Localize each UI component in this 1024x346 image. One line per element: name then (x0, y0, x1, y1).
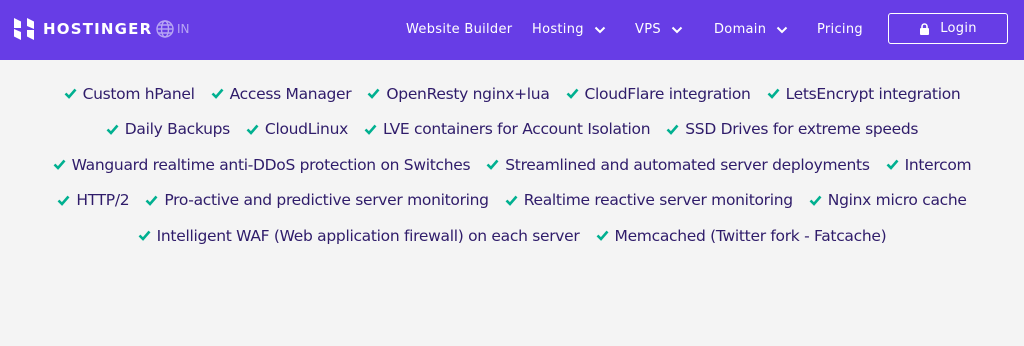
chevron-down-icon (671, 26, 683, 33)
feature-item: Memcached (Twitter fork - Fatcache) (596, 227, 887, 245)
feature-label: Streamlined and automated server deploym… (505, 155, 870, 174)
login-label: Login (940, 21, 977, 36)
feature-label: Realtime reactive server monitoring (523, 191, 793, 210)
feature-item: CloudFlare integration (566, 85, 751, 103)
brand-name: HOSTINGER (43, 20, 153, 38)
checkmark-icon (211, 88, 224, 100)
feature-label: CloudFlare integration (584, 84, 751, 103)
feature-label: CloudLinux (264, 120, 348, 139)
feature-row: Daily Backups CloudLinux LVE containers … (0, 112, 1024, 148)
feature-label: Nginx micro cache (827, 191, 967, 210)
feature-label: HTTP/2 (76, 191, 130, 210)
login-button[interactable]: Login (888, 13, 1008, 44)
top-navbar: HOSTINGER IN Website Builder Hosting VPS… (0, 0, 1024, 60)
feature-row: Intelligent WAF (Web application firewal… (0, 218, 1024, 254)
checkmark-icon (367, 88, 380, 100)
checkmark-icon (596, 230, 608, 242)
checkmark-icon (809, 195, 822, 206)
feature-label: Intelligent WAF (Web application firewal… (156, 226, 580, 245)
feature-label: OpenResty nginx+lua (386, 84, 550, 103)
feature-item: Nginx micro cache (809, 191, 967, 209)
nav-label: Pricing (817, 22, 863, 37)
feature-row: HTTP/2 Pro-active and predictive server … (0, 183, 1024, 219)
checkmark-icon (486, 159, 499, 171)
nav-hosting[interactable]: Hosting (532, 22, 606, 37)
feature-item: Streamlined and automated server deploym… (486, 155, 870, 174)
checkmark-icon (57, 195, 70, 206)
checkmark-icon (64, 88, 77, 100)
feature-item: HTTP/2 (57, 191, 130, 210)
feature-label: Custom hPanel (82, 84, 195, 103)
hostinger-logo-icon (14, 18, 34, 40)
checkmark-icon (364, 124, 377, 135)
language-code: IN (177, 22, 190, 36)
feature-label: Daily Backups (124, 120, 230, 139)
feature-row: Custom hPanel Access Manager OpenResty n… (0, 76, 1024, 112)
feature-label: Memcached (Twitter fork - Fatcache) (614, 226, 887, 245)
feature-label: Wanguard realtime anti-DDoS protection o… (71, 155, 471, 174)
feature-item: SSD Drives for extreme speeds (666, 120, 919, 139)
feature-label: Access Manager (229, 84, 352, 103)
feature-label: LetsEncrypt integration (785, 84, 961, 103)
feature-item: LVE containers for Account Isolation (364, 120, 651, 139)
checkmark-icon (138, 230, 151, 242)
feature-item: Intercom (886, 156, 972, 174)
nav-pricing[interactable]: Pricing (817, 22, 863, 37)
feature-label: Intercom (904, 155, 972, 174)
language-selector[interactable]: IN (155, 19, 190, 39)
checkmark-icon (246, 124, 259, 135)
nav-label: Website Builder (406, 22, 513, 37)
nav-label: VPS (635, 22, 661, 37)
logo[interactable]: HOSTINGER (12, 17, 152, 41)
nav-label: Domain (714, 22, 767, 37)
feature-row: Wanguard realtime anti-DDoS protection o… (0, 147, 1024, 183)
feature-label: SSD Drives for extreme speeds (685, 120, 919, 139)
checkmark-icon (106, 124, 119, 135)
globe-icon (156, 20, 174, 38)
checkmark-icon (145, 195, 158, 206)
feature-item: CloudLinux (246, 120, 348, 138)
chevron-down-icon (594, 26, 606, 33)
feature-item: Pro-active and predictive server monitor… (145, 191, 489, 210)
lock-icon (920, 22, 930, 35)
feature-label: LVE containers for Account Isolation (382, 120, 651, 139)
chevron-down-icon (777, 26, 788, 33)
nav-label: Hosting (532, 22, 584, 37)
checkmark-icon (886, 159, 899, 171)
feature-item: OpenResty nginx+lua (367, 84, 550, 103)
checkmark-icon (505, 195, 518, 206)
nav-website-builder[interactable]: Website Builder (406, 22, 512, 37)
checkmark-icon (566, 88, 579, 100)
feature-item: Realtime reactive server monitoring (505, 191, 793, 209)
feature-label: Pro-active and predictive server monitor… (164, 191, 489, 210)
checkmark-icon (767, 88, 780, 100)
checkmark-icon (666, 124, 679, 135)
feature-item: Intelligent WAF (Web application firewal… (138, 227, 580, 245)
features-list: Custom hPanel Access Manager OpenResty n… (0, 76, 1024, 254)
feature-item: Custom hPanel (64, 85, 195, 103)
nav-domain[interactable]: Domain (714, 22, 788, 37)
feature-item: Daily Backups (106, 120, 230, 138)
checkmark-icon (53, 159, 66, 171)
feature-item: LetsEncrypt integration (767, 85, 961, 103)
nav-vps[interactable]: VPS (635, 22, 683, 37)
feature-item: Access Manager (211, 85, 352, 103)
feature-item: Wanguard realtime anti-DDoS protection o… (53, 156, 471, 174)
